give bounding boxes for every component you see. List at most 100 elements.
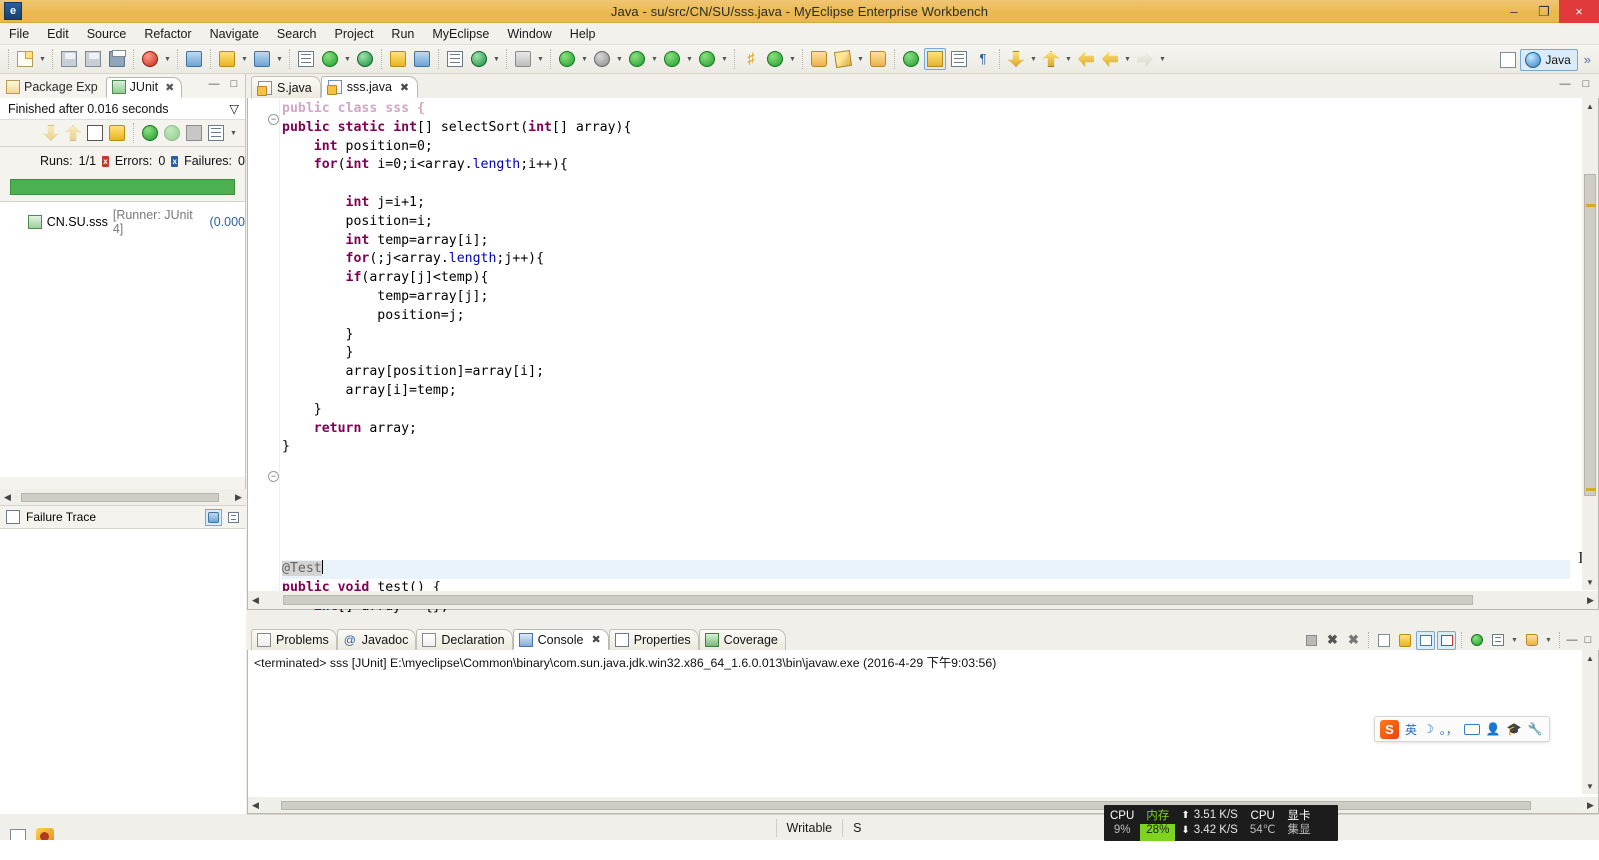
last-edit-location-icon[interactable]	[1075, 48, 1097, 70]
code-text[interactable]: public class sss { public static int[] s…	[282, 98, 1570, 589]
previous-failure-icon[interactable]	[63, 123, 83, 143]
list-item[interactable]: CN.SU.sss [Runner: JUnit 4] (0.000	[0, 208, 245, 236]
menu-navigate[interactable]: Navigate	[201, 23, 268, 45]
save-all-button[interactable]	[82, 48, 104, 70]
next-annotation-icon[interactable]	[1005, 48, 1027, 70]
snapshot-button[interactable]	[512, 48, 534, 70]
open-type-dropdown-arrow[interactable]: ▼	[274, 48, 285, 70]
scroll-left-icon[interactable]: ◀	[248, 798, 263, 813]
run-button[interactable]	[626, 48, 648, 70]
scrollbar-thumb[interactable]	[283, 595, 1473, 605]
view-tab-package-explorer[interactable]: Package Exp	[0, 77, 106, 98]
menu-search[interactable]: Search	[268, 23, 326, 45]
search-icon[interactable]	[900, 48, 922, 70]
scrollbar-thumb[interactable]	[21, 493, 219, 502]
terminate-icon[interactable]	[1302, 631, 1321, 650]
scroll-left-icon[interactable]: ◀	[248, 593, 263, 608]
show-console-on-error-icon[interactable]	[1437, 630, 1456, 650]
refresh-dropdown-arrow[interactable]: ▼	[787, 48, 798, 70]
editor-vertical-scrollbar[interactable]: ▲ ▼	[1582, 98, 1598, 590]
debug-dropdown-arrow[interactable]: ▼	[614, 48, 625, 70]
menu-source[interactable]: Source	[78, 23, 136, 45]
new-task-icon[interactable]	[832, 48, 854, 70]
console-vertical-scrollbar[interactable]: ▲ ▼	[1582, 650, 1598, 794]
tab-coverage[interactable]: Coverage	[698, 629, 786, 650]
new-java-package-icon[interactable]: ♯	[740, 48, 762, 70]
scroll-right-icon[interactable]: ▶	[231, 490, 246, 505]
scroll-lock-icon[interactable]	[1395, 631, 1414, 650]
database-explorer-button[interactable]	[387, 48, 409, 70]
scroll-up-icon[interactable]: ▲	[1582, 98, 1598, 114]
minimize-icon[interactable]: —	[1565, 633, 1579, 647]
hat-icon[interactable]: 🎓	[1507, 722, 1522, 736]
menu-project[interactable]: Project	[326, 23, 383, 45]
overview-warning-marker[interactable]	[1586, 204, 1596, 207]
scroll-right-icon[interactable]: ▶	[1583, 798, 1598, 813]
close-icon[interactable]: ✖	[400, 81, 409, 94]
new-wizard-button[interactable]	[216, 48, 238, 70]
maximize-icon[interactable]: □	[227, 77, 241, 91]
wrench-icon[interactable]: 🔧	[1528, 722, 1543, 736]
menu-myeclipse[interactable]: MyEclipse	[423, 23, 498, 45]
display-console-dropdown-arrow[interactable]: ▼	[1509, 629, 1520, 651]
debug-profile-dropdown-arrow[interactable]: ▼	[579, 48, 590, 70]
minimize-icon[interactable]: —	[1558, 77, 1572, 91]
forward-icon[interactable]	[1134, 48, 1156, 70]
toggle-mark-occurrences-icon[interactable]	[924, 48, 946, 70]
user-icon[interactable]: 👤	[1486, 722, 1501, 736]
performance-widget[interactable]: CPU 9% 内存 28% ⬆ 3.51 K/S ⬇ 3.42 K/S CPU …	[1104, 805, 1338, 841]
pin-console-icon[interactable]	[1467, 631, 1486, 650]
rerun-failed-tests-icon[interactable]	[162, 123, 182, 143]
back-dropdown-arrow[interactable]: ▼	[1122, 48, 1133, 70]
remove-all-launches-icon[interactable]: ✖	[1344, 631, 1363, 650]
previous-annotation-icon[interactable]	[1040, 48, 1062, 70]
menu-edit[interactable]: Edit	[38, 23, 78, 45]
coverage-dropdown-arrow[interactable]: ▼	[719, 48, 730, 70]
next-failure-icon[interactable]	[41, 123, 61, 143]
test-run-history-icon[interactable]	[206, 123, 226, 143]
minimize-icon[interactable]: —	[207, 77, 221, 91]
overview-warning-marker[interactable]	[1586, 488, 1596, 491]
open-console-dropdown-arrow[interactable]: ▼	[1543, 629, 1554, 651]
sogou-ime-bar[interactable]: S 英 ☽ 。， 👤 🎓 🔧	[1374, 716, 1550, 742]
previous-annotation-dropdown-arrow[interactable]: ▼	[1063, 48, 1074, 70]
menu-refactor[interactable]: Refactor	[135, 23, 200, 45]
clear-console-icon[interactable]	[1374, 631, 1393, 650]
open-console-icon[interactable]	[1522, 631, 1541, 650]
new-wizard-dropdown-arrow[interactable]: ▼	[239, 48, 250, 70]
scrollbar-track[interactable]	[263, 798, 1583, 812]
run-server-button[interactable]	[319, 48, 341, 70]
console-horizontal-scrollbar[interactable]: ◀ ▶	[248, 797, 1598, 813]
scroll-right-icon[interactable]: ▶	[1583, 593, 1598, 608]
pilcrow-icon[interactable]: ¶	[972, 48, 994, 70]
close-button[interactable]: ×	[1559, 0, 1599, 23]
show-console-on-output-icon[interactable]	[1416, 630, 1435, 650]
editor-tab-sss-java[interactable]: sss.java ✖	[320, 76, 419, 98]
tab-properties[interactable]: Properties	[608, 629, 699, 650]
scroll-left-icon[interactable]: ◀	[0, 490, 15, 505]
run-history-dropdown-arrow[interactable]: ▼	[684, 48, 695, 70]
show-whitespace-icon[interactable]	[948, 48, 970, 70]
rerun-test-icon[interactable]	[140, 123, 160, 143]
scrollbar-track[interactable]	[15, 490, 231, 504]
display-selected-console-icon[interactable]	[1488, 631, 1507, 650]
perspective-java-button[interactable]: Java	[1520, 48, 1578, 71]
report-button[interactable]	[444, 48, 466, 70]
report-dropdown-arrow[interactable]: ▼	[491, 48, 502, 70]
menu-file[interactable]: File	[0, 23, 38, 45]
toolbar-overflow-icon[interactable]: »	[1584, 52, 1591, 67]
editor-horizontal-scrollbar[interactable]: ◀ ▶	[248, 591, 1598, 609]
maximize-icon[interactable]: □	[1581, 633, 1595, 647]
lock-scroll-icon[interactable]	[107, 123, 127, 143]
report-preview-button[interactable]	[468, 48, 490, 70]
scrollbar-track[interactable]	[263, 592, 1583, 608]
save-button[interactable]	[58, 48, 80, 70]
failure-trace-menu-icon[interactable]	[225, 509, 242, 526]
tab-problems[interactable]: Problems	[251, 629, 337, 650]
tab-console[interactable]: Console ✖	[512, 629, 609, 650]
maximize-icon[interactable]: □	[1579, 77, 1593, 91]
view-menu-icon[interactable]: ▽	[229, 101, 239, 116]
print-button[interactable]	[106, 48, 128, 70]
ime-moon-icon[interactable]: ☽	[1423, 722, 1434, 736]
sogou-logo-icon[interactable]: S	[1380, 719, 1399, 739]
